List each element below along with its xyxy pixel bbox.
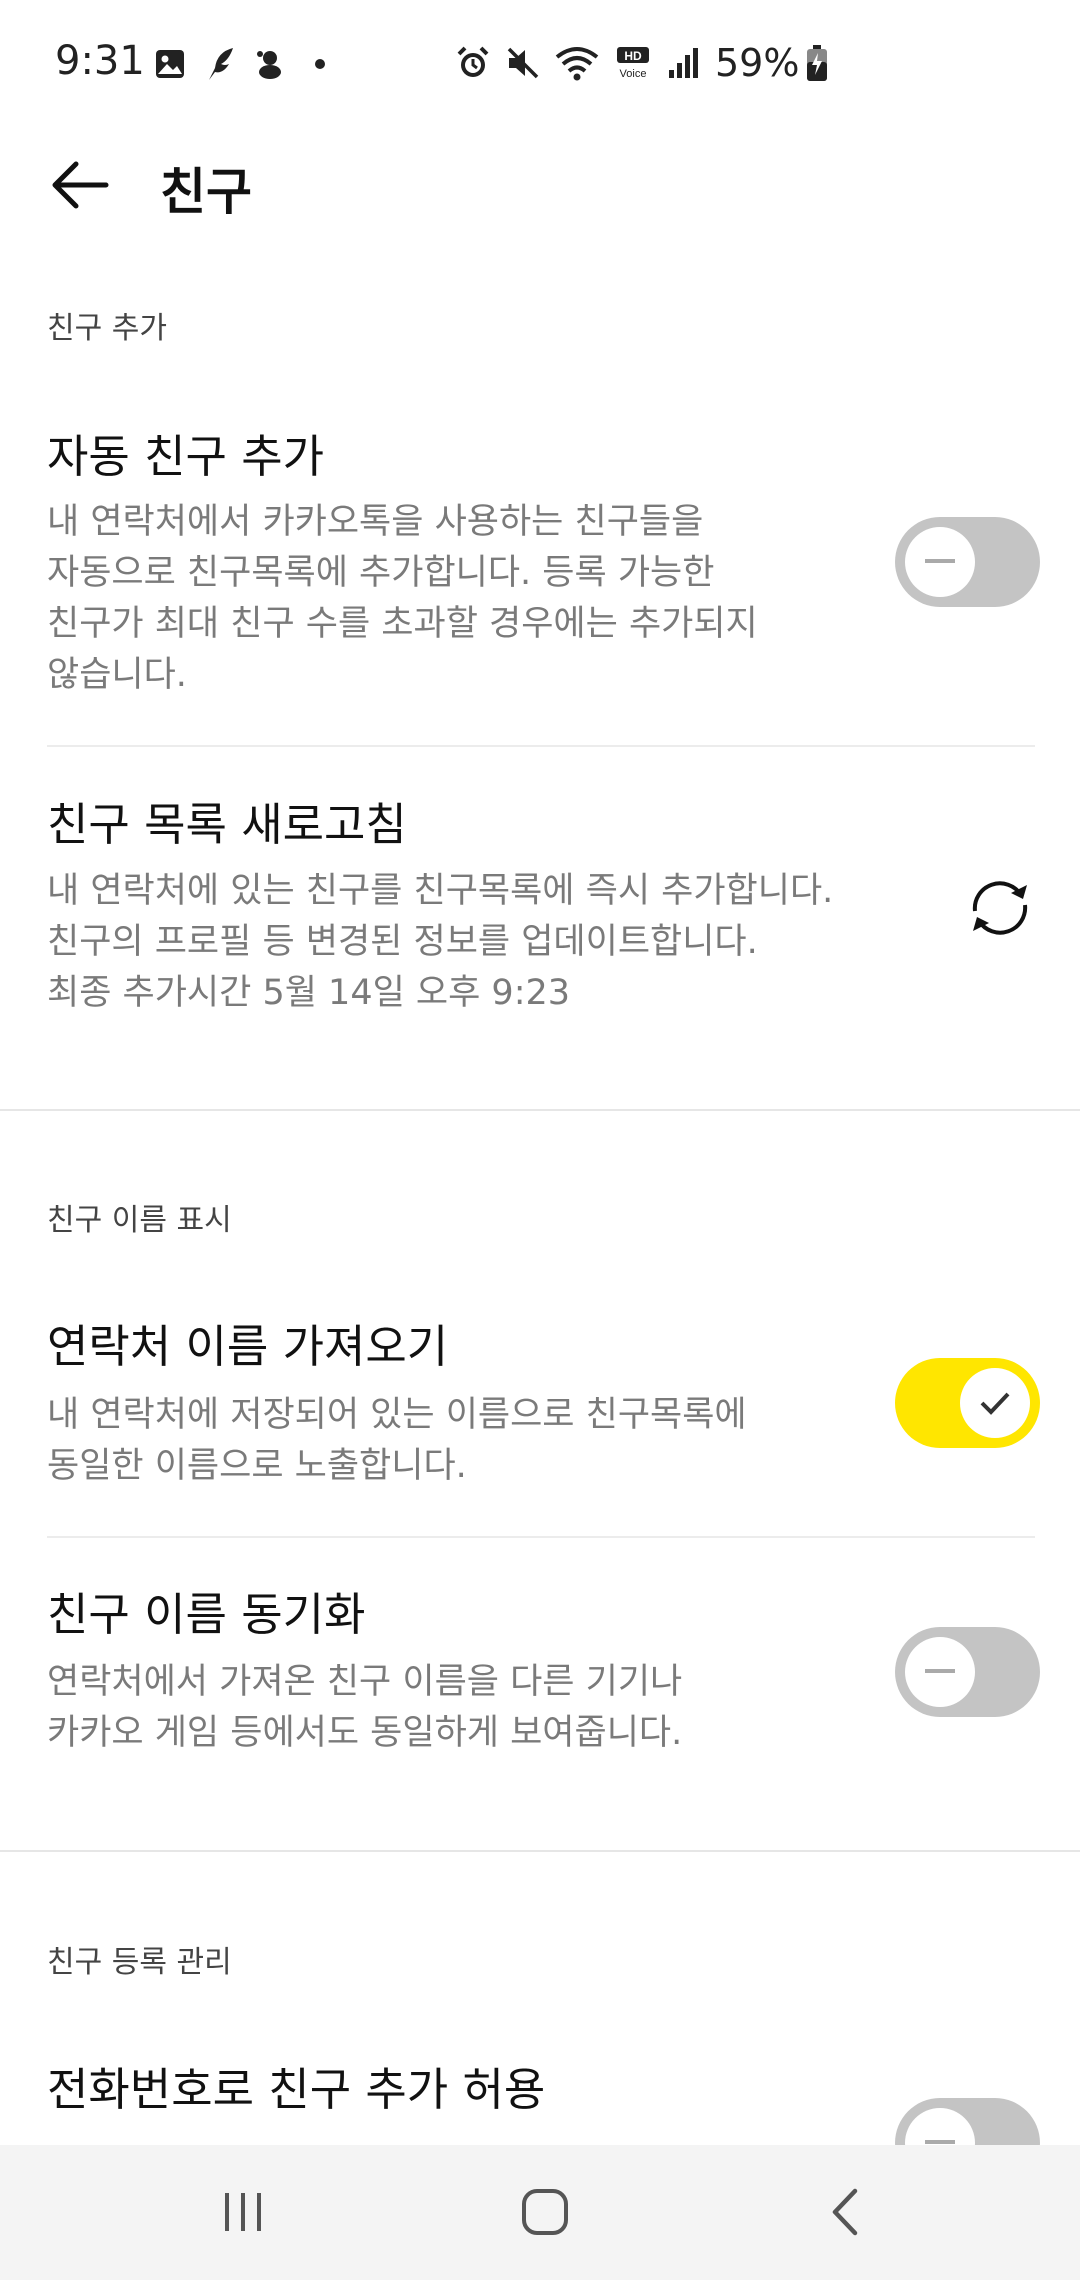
- back-button[interactable]: [40, 155, 120, 215]
- status-time: 9:31: [55, 38, 145, 84]
- feather-icon: [202, 46, 238, 82]
- svg-text:Voice: Voice: [620, 68, 647, 80]
- arrow-left-icon: [52, 161, 109, 209]
- setting-description: 내 연락처에서 카카오톡을 사용하는 친구들을 자동으로 친구목록에 추가합니다…: [47, 502, 758, 695]
- battery-percent: 59%: [715, 41, 800, 85]
- section-header-registration: 친구 등록 관리: [47, 1945, 232, 1980]
- setting-title: 친구 이름 동기화: [47, 1588, 366, 1641]
- section-header-add-friends: 친구 추가: [47, 311, 167, 346]
- app-header: 친구: [0, 130, 1080, 240]
- mute-icon: [505, 45, 541, 81]
- dot-icon: [302, 46, 338, 82]
- refresh-icon: [972, 881, 1028, 935]
- section-divider: [0, 1109, 1080, 1111]
- home-icon: [522, 2189, 568, 2235]
- recents-icon: [225, 2193, 261, 2231]
- wifi-icon: [555, 45, 599, 81]
- page-title: 친구: [160, 163, 252, 221]
- minus-icon: [925, 559, 955, 563]
- home-button[interactable]: [505, 2177, 585, 2247]
- back-icon: [832, 2188, 858, 2236]
- check-icon: [980, 1392, 1010, 1415]
- svg-text:HD: HD: [624, 49, 642, 63]
- recents-button[interactable]: [203, 2177, 283, 2247]
- section-header-name-display: 친구 이름 표시: [47, 1203, 232, 1238]
- import-contact-name-toggle[interactable]: [895, 1358, 1040, 1448]
- divider: [47, 745, 1035, 747]
- auto-add-toggle[interactable]: [895, 517, 1040, 607]
- system-status-icons: HD Voice 59%: [455, 38, 843, 88]
- gallery-icon: [152, 46, 188, 82]
- toggle-off-knob: [905, 1637, 975, 1707]
- alarm-icon: [455, 45, 491, 81]
- mascot-icon: [252, 46, 288, 82]
- setting-title: 전화번호로 친구 추가 허용: [47, 2063, 546, 2116]
- toggle-off-knob: [905, 527, 975, 597]
- notification-icons: [152, 42, 352, 86]
- setting-title: 연락처 이름 가져오기: [47, 1320, 449, 1373]
- minus-icon: [925, 1669, 955, 1673]
- navigation-bar: [0, 2145, 1080, 2280]
- status-bar: 9:31 HD Voice 59%: [0, 0, 1080, 130]
- sync-name-toggle[interactable]: [895, 1627, 1040, 1717]
- signal-icon: [667, 46, 701, 80]
- setting-description: 내 연락처에 있는 친구를 친구목록에 즉시 추가합니다. 친구의 프로필 등 …: [47, 871, 834, 1013]
- setting-description: 연락처에서 가져온 친구 이름을 다른 기기나 카카오 게임 등에서도 동일하게…: [47, 1662, 683, 1753]
- toggle-on-knob: [960, 1368, 1030, 1438]
- setting-description: 내 연락처에 저장되어 있는 이름으로 친구목록에 동일한 이름으로 노출합니다…: [47, 1395, 747, 1486]
- section-divider: [0, 1850, 1080, 1852]
- setting-title: 자동 친구 추가: [47, 430, 325, 483]
- refresh-button[interactable]: [960, 868, 1040, 948]
- hd-voice-icon: HD Voice: [613, 45, 653, 81]
- battery-charging-icon: [805, 44, 829, 82]
- nav-back-button[interactable]: [807, 2177, 887, 2247]
- divider: [47, 1536, 1035, 1538]
- setting-title: 친구 목록 새로고침: [47, 798, 407, 851]
